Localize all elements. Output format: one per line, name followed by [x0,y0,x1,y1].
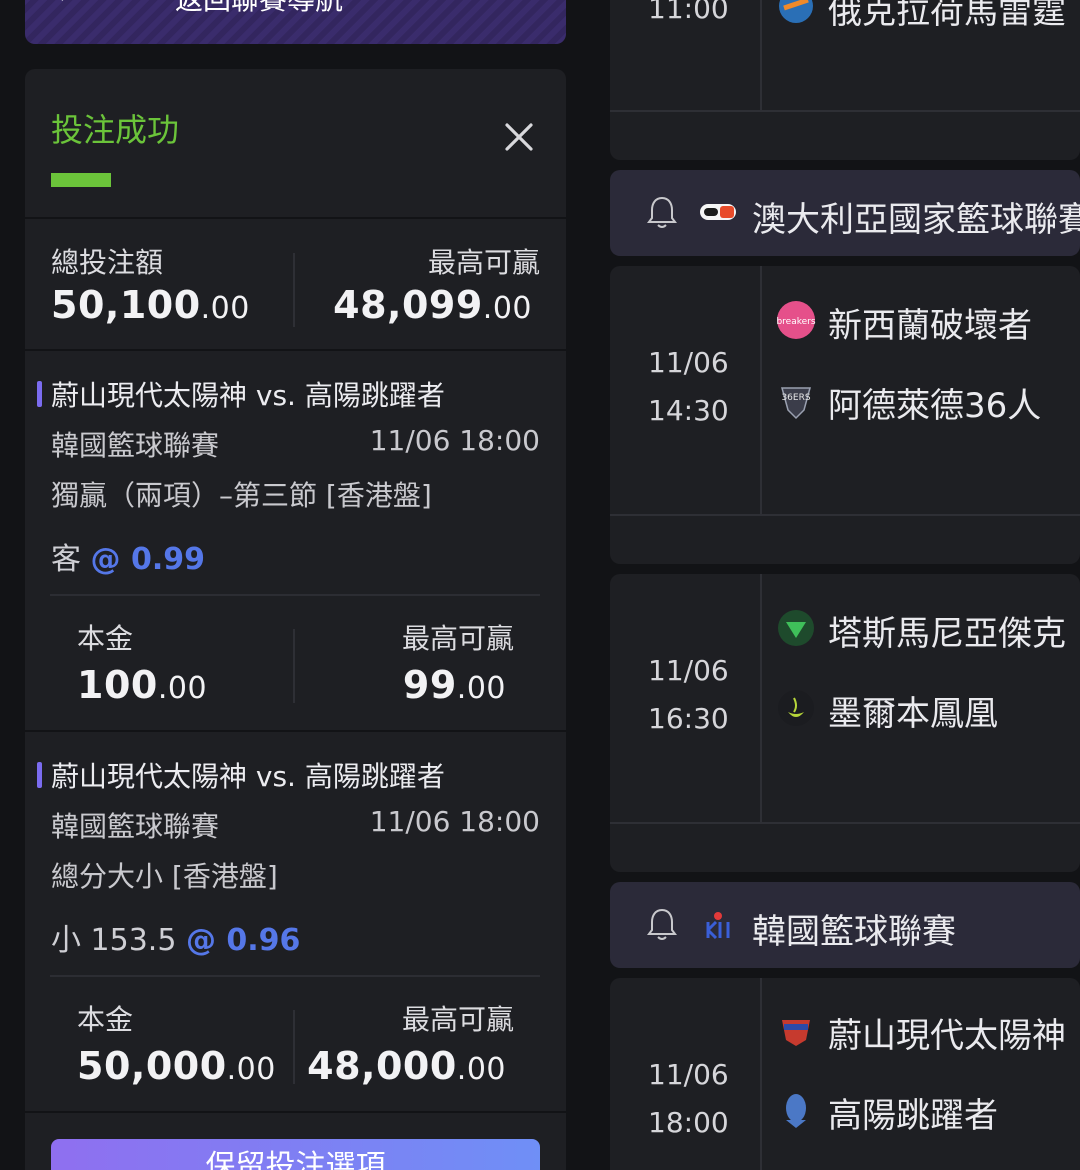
bet-market: 總分大小 [香港盤] [51,860,278,893]
max-win-value: 48,000.00 [307,1044,506,1088]
kbl-logo-icon [706,912,730,940]
divider [610,822,1080,824]
bell-icon[interactable] [646,194,678,230]
bet-odds: @ 0.96 [185,923,301,958]
match-date: 11/06 [648,654,729,687]
stake-label: 本金 [77,622,134,655]
back-arrow-icon: ↩ [57,0,75,9]
bell-icon[interactable] [646,906,678,942]
total-stake-value: 50,100.00 [51,283,250,327]
bet-success-title: 投注成功 [51,111,180,149]
home-team-name: 塔斯馬尼亞傑克 [828,614,1066,654]
divider [25,730,566,732]
ulsan-logo-icon [782,1020,810,1046]
stake-label: 本金 [77,1003,134,1036]
match-time: 11:00 [648,0,729,25]
home-team-name: 新西蘭破壞者 [828,306,1032,346]
divider [760,0,762,110]
svg-text:breakers: breakers [776,317,815,327]
total-max-win-label: 最高可贏 [427,246,540,279]
match-time: 16:30 [648,702,729,735]
match-card[interactable]: 11:00 俄克拉荷馬雷霆 [610,0,1080,160]
divider [610,514,1080,516]
divider [25,349,566,351]
bet-confirmation-panel: 投注成功 總投注額 50,100.00 最高可贏 48,099.00 蔚山現代太… [25,69,566,1170]
bet-selection: 小 153.5 @ 0.96 [51,923,301,958]
bet-league: 韓國籃球聯賽 [51,810,220,843]
away-team-name: 墨爾本鳳凰 [828,694,998,734]
league-name: 澳大利亞國家籃球聯賽 [752,200,1080,240]
bet-selection: 客 @ 0.99 [51,542,206,577]
away-team-name: 高陽跳躍者 [828,1096,998,1136]
divider [50,594,540,596]
max-win-label: 最高可贏 [401,622,514,655]
breakers-logo-icon: breakers [776,301,816,339]
total-max-win-value: 48,099.00 [333,283,532,327]
home-team-name: 蔚山現代太陽神 [828,1016,1066,1056]
divider [760,574,762,822]
bet-datetime: 11/06 18:00 [369,805,540,838]
divider [293,253,295,327]
match-time: 18:00 [648,1106,729,1139]
goyang-logo-icon [786,1094,806,1128]
back-to-league-nav-button[interactable]: ↩ 返回聯賽導航 [25,0,566,44]
svg-text:36ERS: 36ERS [781,393,810,403]
stake-value: 50,000.00 [77,1044,276,1088]
match-card[interactable]: 11/06 16:30 塔斯馬尼亞傑克 墨爾本鳳凰 [610,574,1080,872]
match-time: 14:30 [648,394,729,427]
close-icon[interactable] [501,119,537,155]
bet-slip-column: ↩ 返回聯賽導航 投注成功 總投注額 50,100.00 最高可贏 48,099… [25,0,566,1170]
league-header[interactable]: 韓國籃球聯賽 [610,882,1080,968]
divider [293,629,295,703]
stake-value: 100.00 [77,663,208,707]
bet-datetime: 11/06 18:00 [369,424,540,457]
thunder-logo-icon [779,0,813,23]
league-header[interactable]: 澳大利亞國家籃球聯賽 [610,170,1080,256]
divider [760,978,762,1170]
nbl-logo-icon [700,204,736,220]
bet-league: 韓國籃球聯賽 [51,429,220,462]
max-win-value: 99.00 [402,663,506,707]
bet-match-title: 蔚山現代太陽神 vs. 高陽跳躍者 [51,379,445,412]
keep-selections-button[interactable]: 保留投注選項 [51,1139,540,1170]
36ers-logo-icon: 36ERS [781,387,811,420]
max-win-label: 最高可贏 [401,1003,514,1036]
bet-marker [37,762,42,788]
divider [760,266,762,514]
total-stake-label: 總投注額 [51,246,164,279]
bet-marker [37,381,42,407]
bet-match-title: 蔚山現代太陽神 vs. 高陽跳躍者 [51,760,445,793]
team-name: 俄克拉荷馬雷霆 [828,0,1066,32]
schedule-column: 11:00 俄克拉荷馬雷霆 澳大利亞國家籃球聯賽 11/06 14:30 bre… [610,0,1080,1170]
back-to-league-nav-label: 返回聯賽導航 [175,0,343,20]
bet-market: 獨贏（兩項）–第三節 [香港盤] [51,479,432,512]
match-date: 11/06 [648,346,729,379]
match-card[interactable]: 11/06 14:30 breakers 新西蘭破壞者 36ERS 阿德萊德36… [610,266,1080,564]
match-card[interactable]: 11/06 18:00 蔚山現代太陽神 高陽跳躍者 [610,978,1080,1170]
divider [50,975,540,977]
away-team-name: 阿德萊德36人 [828,386,1042,426]
jackjumpers-logo-icon [778,610,814,646]
divider [25,1111,566,1113]
divider [293,1010,295,1084]
league-name: 韓國籃球聯賽 [752,912,956,952]
bet-odds: @ 0.99 [90,542,206,577]
match-date: 11/06 [648,1058,729,1091]
divider [25,217,566,219]
success-indicator-bar [51,173,111,187]
divider [610,110,1080,112]
phoenix-logo-icon [778,690,814,726]
